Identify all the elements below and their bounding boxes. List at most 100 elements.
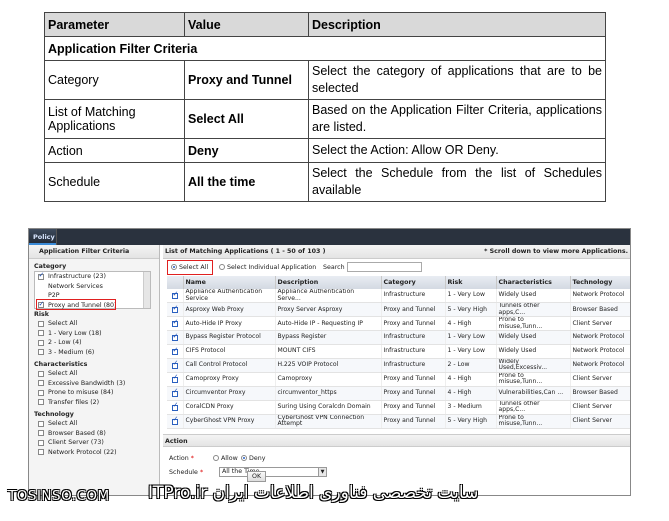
checkbox[interactable] [38, 430, 44, 436]
row-select-cell[interactable] [167, 414, 184, 429]
table-row[interactable]: Call Control ProtocolH.225 VOIP Protocol… [167, 358, 630, 373]
checkbox[interactable] [38, 370, 44, 377]
risk-option[interactable]: 2 - Low (4) [35, 338, 159, 348]
row-select-cell[interactable] [167, 372, 184, 387]
app-technology-cell: Network Protocol [570, 344, 630, 359]
checkbox[interactable] [172, 291, 178, 299]
matching-apps-header: List of Matching Applications ( 1 - 50 o… [163, 245, 630, 259]
app-risk-cell: 5 - Very High [445, 414, 497, 429]
selection-row: Select All Select Individual Application… [163, 259, 630, 276]
row-select-cell[interactable] [167, 302, 184, 318]
checkbox[interactable] [172, 416, 178, 425]
risk-option[interactable]: Select All [35, 319, 159, 329]
table-row[interactable]: Asproxy Web ProxyProxy Server AsproxyPro… [167, 302, 630, 318]
radio-icon[interactable] [241, 455, 247, 461]
column-description[interactable]: Description [275, 276, 382, 289]
param-value: Proxy and Tunnel [184, 60, 309, 100]
checkbox[interactable] [172, 319, 178, 328]
param-name: Action [44, 138, 185, 163]
table-row[interactable]: Appliance Authentication ServiceApplianc… [167, 289, 630, 304]
app-description-cell: Proxy Server Asproxy [275, 302, 382, 318]
app-technology-cell: Client Server [570, 400, 630, 415]
checkbox[interactable] [172, 360, 178, 369]
table-row[interactable]: CyberGhost VPN ProxyCyberGhost VPN Conne… [167, 414, 630, 429]
checkbox[interactable] [172, 305, 178, 314]
app-characteristics-cell: Prone to misuse,Tunn... [496, 414, 571, 429]
characteristics-label: Characteristics [34, 361, 88, 368]
checkbox[interactable] [38, 349, 44, 355]
app-technology-cell: Browser Based [570, 386, 630, 401]
header-description: Description [308, 12, 606, 37]
chevron-down-icon[interactable]: ▼ [318, 468, 326, 476]
checkbox[interactable] [172, 402, 178, 411]
applications-table: Name Description Category Risk Character… [167, 276, 630, 429]
radio-icon[interactable] [213, 455, 219, 461]
checkbox[interactable] [38, 420, 44, 427]
characteristic-option[interactable]: Select All [35, 369, 159, 379]
ok-button[interactable]: OK [247, 471, 267, 482]
checkbox[interactable] [38, 330, 44, 336]
checkbox[interactable] [38, 449, 44, 455]
column-risk[interactable]: Risk [445, 276, 497, 289]
category-option[interactable]: Network Services [35, 282, 150, 292]
schedule-select[interactable]: All the Time ▼ [219, 467, 327, 477]
row-select-cell[interactable] [167, 289, 184, 304]
app-technology-cell: Client Server [570, 316, 630, 332]
deny-radio[interactable]: Deny [241, 455, 265, 462]
characteristic-option[interactable]: Prone to misuse (84) [35, 388, 159, 398]
checkbox[interactable] [38, 271, 44, 281]
checkbox[interactable] [38, 439, 44, 446]
checkbox[interactable] [38, 339, 44, 346]
table-row[interactable]: CIFS ProtocolMOUNT CIFSInfrastructure1 -… [167, 344, 630, 359]
param-description: Select the category of applications that… [308, 60, 606, 100]
row-select-cell[interactable] [167, 330, 184, 346]
checkbox[interactable] [172, 333, 178, 342]
app-name-cell: Camoproxy Proxy [183, 372, 276, 387]
risk-option[interactable]: 3 - Medium (6) [35, 348, 159, 358]
checkbox[interactable] [38, 320, 44, 327]
column-characteristics[interactable]: Characteristics [496, 276, 571, 289]
row-select-cell[interactable] [167, 344, 184, 359]
select-individual-radio[interactable]: Select Individual Application [219, 264, 316, 271]
highlight-box [36, 299, 116, 310]
app-characteristics-cell: Prone to misuse,Tunn... [496, 372, 571, 387]
characteristic-option[interactable]: Excessive Bandwidth (3) [35, 379, 159, 389]
table-scrollbar[interactable] [630, 276, 631, 426]
app-name-cell: Appliance Authentication Service [183, 289, 276, 304]
checkbox[interactable] [172, 374, 178, 383]
checkbox[interactable] [38, 399, 44, 405]
row-select-cell[interactable] [167, 316, 184, 332]
technology-option[interactable]: Select All [35, 419, 159, 429]
category-list[interactable]: Infrastructure (23) Network Services P2P… [34, 271, 151, 310]
allow-radio[interactable]: Allow [213, 455, 238, 462]
technology-option[interactable]: Client Server (73) [35, 438, 159, 448]
technology-option[interactable]: Network Protocol (22) [35, 448, 159, 458]
checkbox[interactable] [38, 389, 44, 396]
tab-policy[interactable]: Policy [29, 229, 59, 245]
radio-icon[interactable] [219, 264, 225, 270]
technology-option[interactable]: Browser Based (8) [35, 429, 159, 439]
app-characteristics-cell: Widely Used [496, 344, 571, 359]
column-technology[interactable]: Technology [570, 276, 630, 289]
column-name[interactable]: Name [183, 276, 276, 289]
table-row[interactable]: Auto-Hide IP ProxyAuto-Hide IP - Request… [167, 316, 630, 332]
action-label: Action [169, 455, 189, 462]
table-row[interactable]: CoralCDN ProxySuring Using Coralcdn Doma… [167, 400, 630, 415]
row-select-cell[interactable] [167, 358, 184, 373]
risk-option[interactable]: 1 - Very Low (18) [35, 329, 159, 339]
category-scrollbar[interactable] [143, 272, 150, 308]
row-select-cell[interactable] [167, 386, 184, 401]
param-name: List of Matching Applications [44, 99, 185, 139]
row-select-cell[interactable] [167, 400, 184, 415]
table-row[interactable]: Camoproxy ProxyCamoproxyProxy and Tunnel… [167, 372, 630, 387]
table-row[interactable]: Bypass Register ProtocolBypass RegisterI… [167, 330, 630, 346]
action-section-title: Action [163, 434, 630, 447]
characteristic-option[interactable]: Transfer files (2) [35, 398, 159, 408]
category-option[interactable]: Infrastructure (23) [35, 271, 150, 282]
checkbox[interactable] [172, 347, 178, 356]
table-row[interactable]: Circumventor Proxycircumventor_httpsProx… [167, 386, 630, 401]
search-input[interactable] [347, 262, 422, 272]
checkbox[interactable] [172, 388, 178, 397]
column-category[interactable]: Category [381, 276, 446, 289]
checkbox[interactable] [38, 380, 44, 386]
